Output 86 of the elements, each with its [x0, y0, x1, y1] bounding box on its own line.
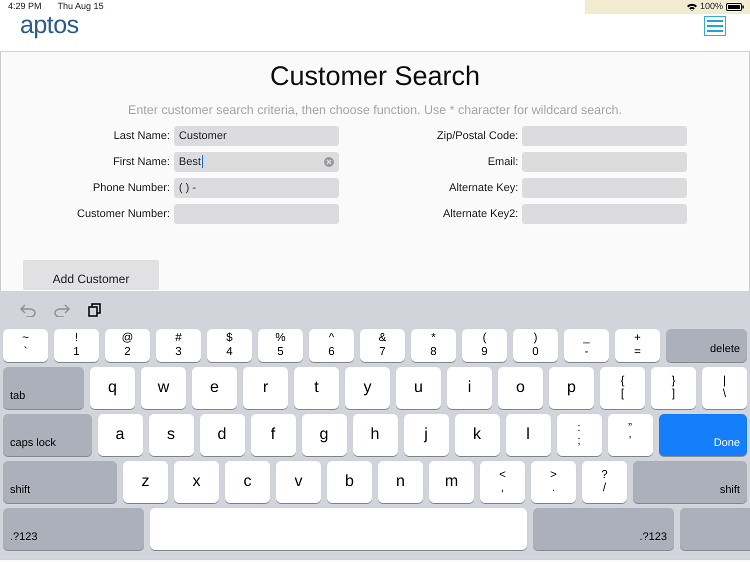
text-field[interactable]	[522, 152, 688, 172]
key[interactable]: > .	[531, 461, 576, 503]
key[interactable]: p	[549, 367, 594, 409]
key[interactable]: _ -	[564, 329, 609, 362]
key[interactable]: ( 9	[462, 329, 507, 362]
key[interactable]: i	[447, 367, 492, 409]
key[interactable]: ~ `	[3, 329, 48, 362]
key[interactable]: o	[498, 367, 543, 409]
paste-icon[interactable]	[88, 303, 101, 317]
key[interactable]: ? /	[582, 461, 627, 503]
field-label: First Name:	[112, 154, 170, 170]
add-customer-button[interactable]: Add Customer	[23, 260, 159, 290]
key[interactable]: $ 4	[207, 329, 252, 362]
key[interactable]: n	[378, 461, 423, 503]
status-date: Thu Aug 15	[58, 0, 104, 14]
key[interactable]: * 8	[411, 329, 456, 362]
key[interactable]: x	[174, 461, 219, 503]
key[interactable]: .?123	[3, 508, 144, 550]
battery-icon	[726, 3, 744, 11]
key[interactable]: < ,	[480, 461, 525, 503]
key[interactable]: .?123	[533, 508, 674, 550]
key[interactable]: | \	[702, 367, 747, 409]
text-field[interactable]: Customer	[174, 126, 339, 146]
text-field[interactable]: ( ) -	[174, 178, 339, 198]
key[interactable]: y	[345, 367, 390, 409]
undo-icon[interactable]	[20, 304, 36, 316]
key[interactable]: h	[352, 414, 398, 456]
key[interactable]: ! 1	[54, 329, 99, 362]
key[interactable]: @ 2	[105, 329, 150, 362]
field-label: Customer Number:	[77, 206, 170, 222]
key[interactable]: r	[243, 367, 288, 409]
key[interactable]: delete	[666, 329, 747, 362]
key[interactable]: ) 0	[513, 329, 558, 362]
clear-icon[interactable]	[324, 156, 334, 167]
logo: aptos	[20, 12, 79, 38]
key[interactable]: tab	[3, 367, 84, 409]
key[interactable]: { [	[600, 367, 645, 409]
text-field[interactable]	[522, 178, 688, 198]
field-label: Phone Number:	[92, 180, 170, 196]
status-time: 4:29 PM	[8, 0, 42, 14]
key[interactable]: b	[327, 461, 372, 503]
key[interactable]: f	[250, 414, 296, 456]
key[interactable]: q	[90, 367, 135, 409]
key[interactable]: caps lock	[3, 414, 92, 456]
key[interactable]: a	[98, 414, 142, 456]
space-bar[interactable]	[150, 508, 527, 550]
key[interactable]: ” ’	[608, 414, 652, 456]
page-title: Customer Search	[268, 60, 482, 92]
key[interactable]: m	[429, 461, 474, 503]
key[interactable]: g	[302, 414, 346, 456]
key[interactable]: shift	[633, 461, 747, 503]
key[interactable]: z	[123, 461, 168, 503]
menu-button[interactable]	[704, 16, 726, 36]
key[interactable]: % 5	[258, 329, 303, 362]
key[interactable]: u	[396, 367, 441, 409]
key[interactable]: j	[404, 414, 448, 456]
key[interactable]: & 7	[360, 329, 405, 362]
text-field[interactable]	[522, 204, 688, 224]
key[interactable]: # 3	[156, 329, 201, 362]
field-label: Last Name:	[112, 128, 170, 144]
text-field[interactable]	[522, 126, 688, 146]
wifi-icon	[686, 3, 697, 11]
field-label: Alternate Key2:	[442, 206, 518, 222]
key[interactable]: ^ 6	[309, 329, 354, 362]
key[interactable]: d	[200, 414, 244, 456]
key[interactable]: e	[192, 367, 237, 409]
field-label: Alternate Key:	[448, 180, 518, 196]
battery-percent: 100%	[700, 0, 723, 14]
key[interactable]: c	[225, 461, 270, 503]
instructions: Enter customer search criteria, then choose function. Use * character for wildcard search.	[127, 102, 623, 119]
done-key[interactable]: Done	[658, 414, 747, 456]
key[interactable]: v	[276, 461, 321, 503]
text-field[interactable]: Best	[174, 152, 339, 172]
field-label: Zip/Postal Code:	[436, 128, 518, 144]
key[interactable]: shift	[3, 461, 117, 503]
key[interactable]: : ;	[556, 414, 602, 456]
key[interactable]: k	[454, 414, 500, 456]
key[interactable]: w	[141, 367, 186, 409]
key[interactable]: s	[148, 414, 194, 456]
text-field[interactable]	[174, 204, 339, 224]
key[interactable]: l	[506, 414, 550, 456]
key[interactable]: t	[294, 367, 339, 409]
key[interactable]: } ]	[651, 367, 696, 409]
redo-icon[interactable]	[54, 304, 70, 316]
field-label: Email:	[486, 154, 518, 170]
key[interactable]: + =	[615, 329, 660, 362]
